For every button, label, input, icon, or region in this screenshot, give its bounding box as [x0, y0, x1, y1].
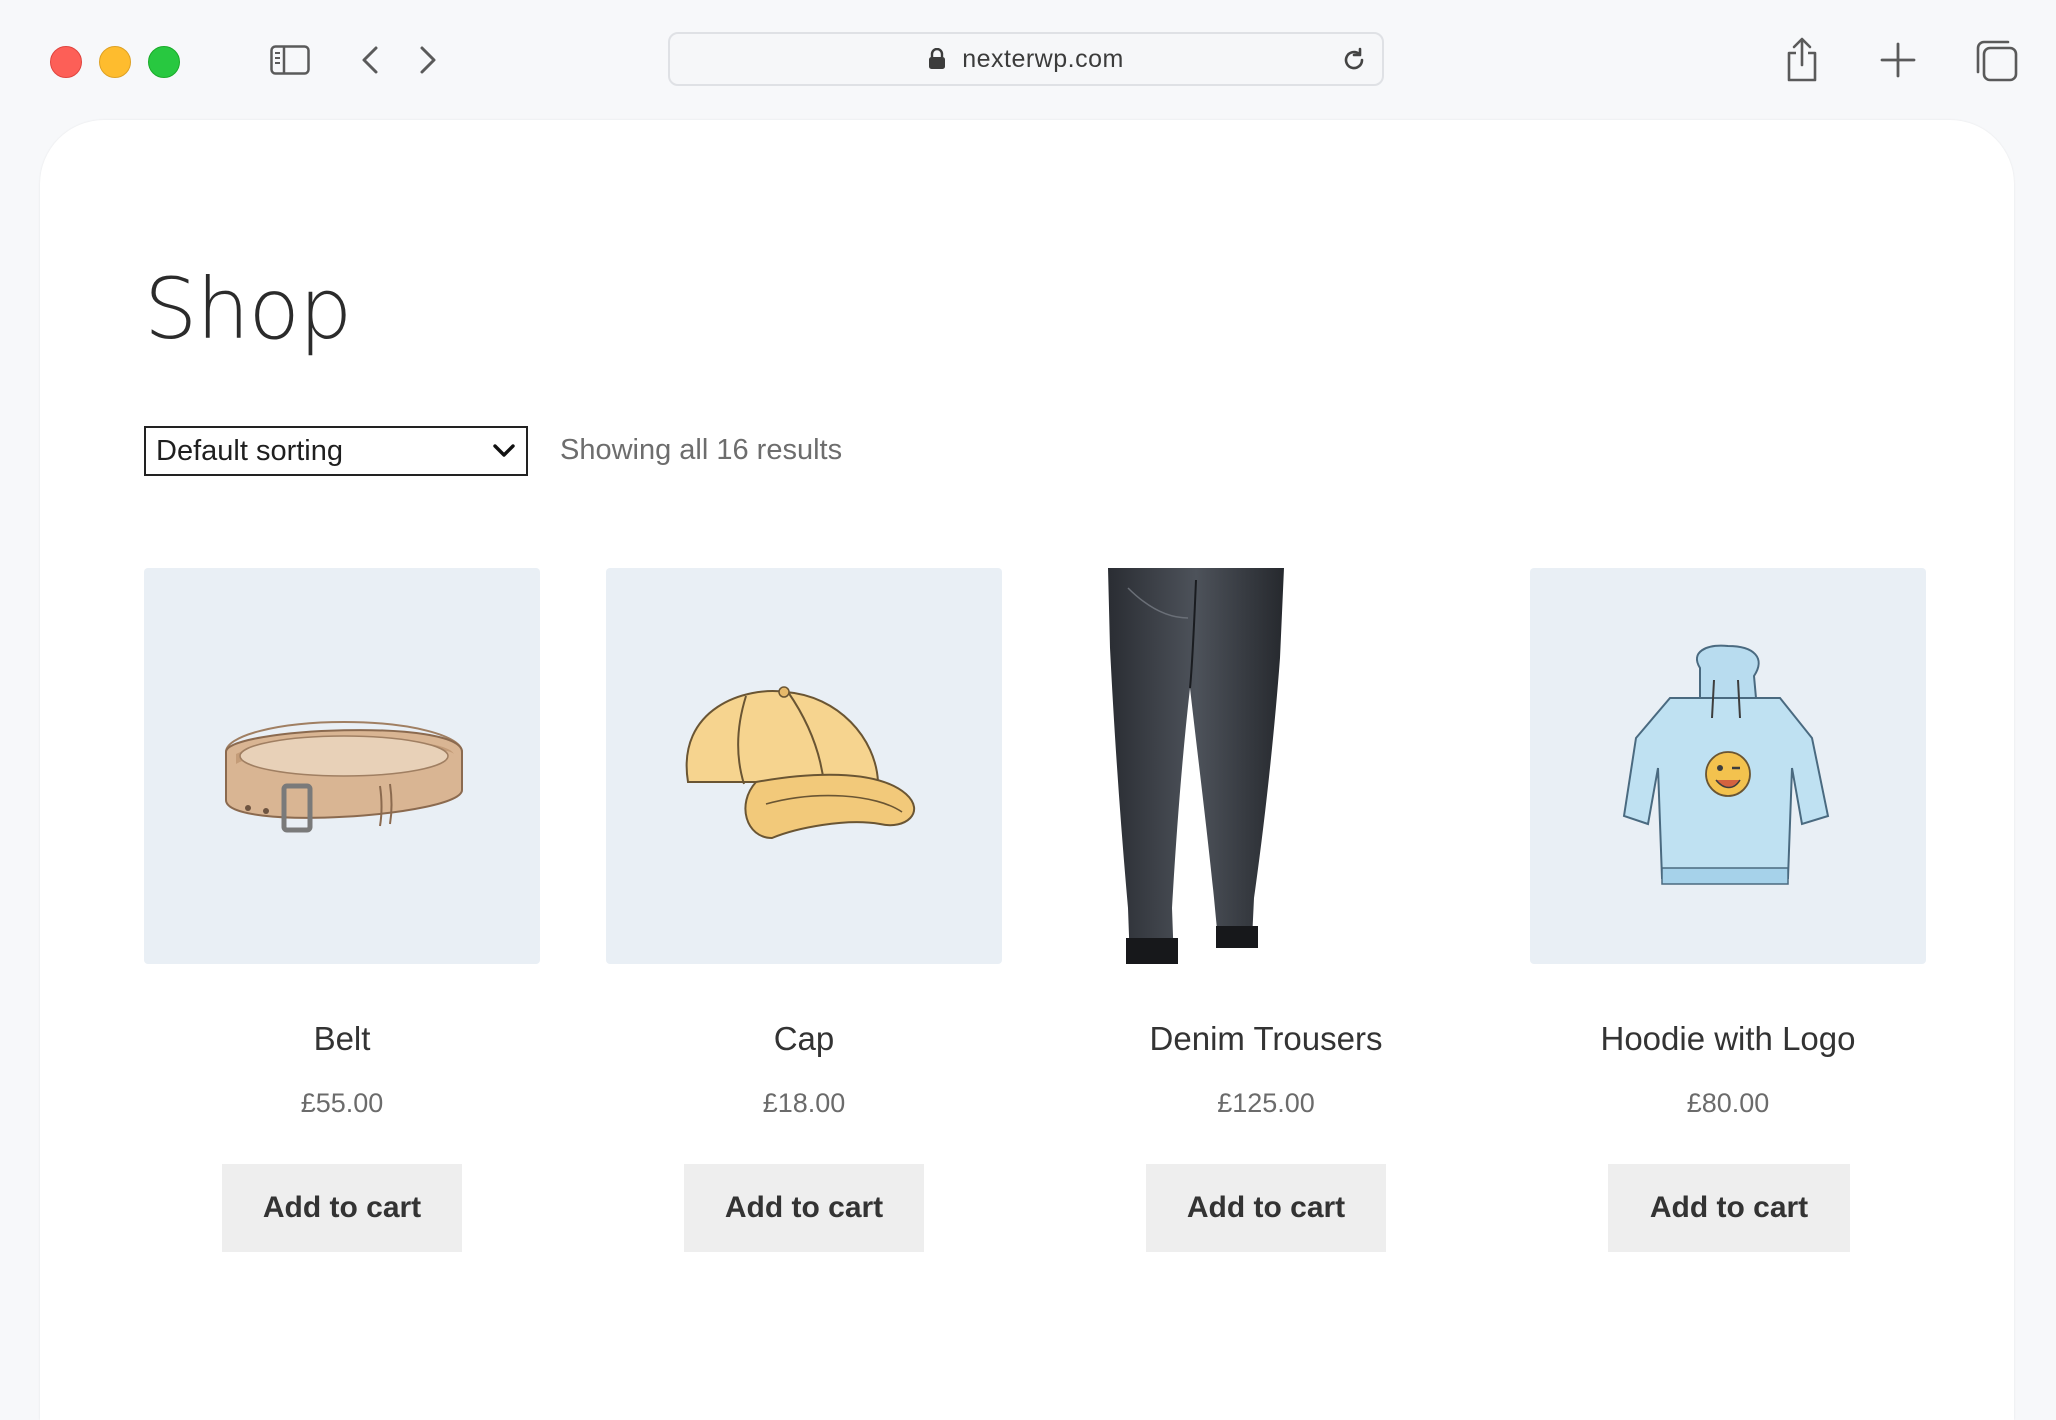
url-text: nexterwp.com	[962, 44, 1124, 73]
share-icon	[1787, 37, 1817, 82]
product-price: £80.00	[1686, 1088, 1770, 1118]
chevron-right-icon	[420, 46, 436, 74]
forward-button[interactable]	[412, 42, 444, 78]
cap-image	[685, 686, 915, 840]
add-to-cart-button[interactable]: Add to cart	[1146, 1164, 1386, 1252]
add-to-cart-button[interactable]: Add to cart	[684, 1164, 924, 1252]
add-to-cart-button[interactable]: Add to cart	[1608, 1164, 1850, 1252]
tab-overview-button[interactable]	[1974, 38, 2020, 84]
product-name[interactable]: Hoodie with Logo	[1530, 1020, 1926, 1058]
add-to-cart-button[interactable]: Add to cart	[222, 1164, 462, 1252]
hoodie-image	[1622, 644, 1830, 885]
belt-image	[225, 721, 463, 833]
minimize-window-button[interactable]	[99, 46, 131, 78]
address-bar[interactable]: nexterwp.com	[668, 32, 1384, 86]
sorting-select[interactable]: Default sorting	[144, 426, 528, 476]
results-count: Showing all 16 results	[560, 434, 843, 466]
product-price: £125.00	[1217, 1088, 1315, 1118]
browser-toolbar: nexterwp.com	[0, 0, 2056, 122]
back-button[interactable]	[354, 42, 386, 78]
product-image[interactable]	[1530, 568, 1926, 964]
maximize-window-button[interactable]	[148, 46, 180, 78]
product-image[interactable]	[606, 568, 1002, 964]
product-price: £55.00	[300, 1088, 384, 1118]
chevron-down-icon	[493, 444, 515, 457]
product-name[interactable]: Cap	[606, 1020, 1002, 1058]
share-button[interactable]	[1782, 36, 1822, 84]
plus-icon	[1880, 42, 1916, 78]
sorting-selected-value: Default sorting	[156, 434, 343, 467]
sidebar-toggle-button[interactable]	[268, 42, 312, 78]
chevron-left-icon	[362, 46, 378, 74]
tabs-icon	[1976, 40, 2018, 82]
product-image[interactable]	[144, 568, 540, 964]
product-name[interactable]: Belt	[144, 1020, 540, 1058]
new-tab-button[interactable]	[1878, 40, 1918, 80]
jeans-image	[1108, 568, 1284, 964]
shop-page: Shop Default sorting Showing all 16 resu…	[40, 120, 2014, 1420]
lock-icon	[929, 48, 946, 69]
product-price: £18.00	[762, 1088, 846, 1118]
sidebar-icon	[270, 45, 310, 75]
product-image[interactable]	[1068, 568, 1464, 964]
reload-icon[interactable]	[1340, 46, 1368, 74]
product-name[interactable]: Denim Trousers	[1068, 1020, 1464, 1058]
close-window-button[interactable]	[50, 46, 82, 78]
page-title: Shop	[144, 260, 352, 358]
